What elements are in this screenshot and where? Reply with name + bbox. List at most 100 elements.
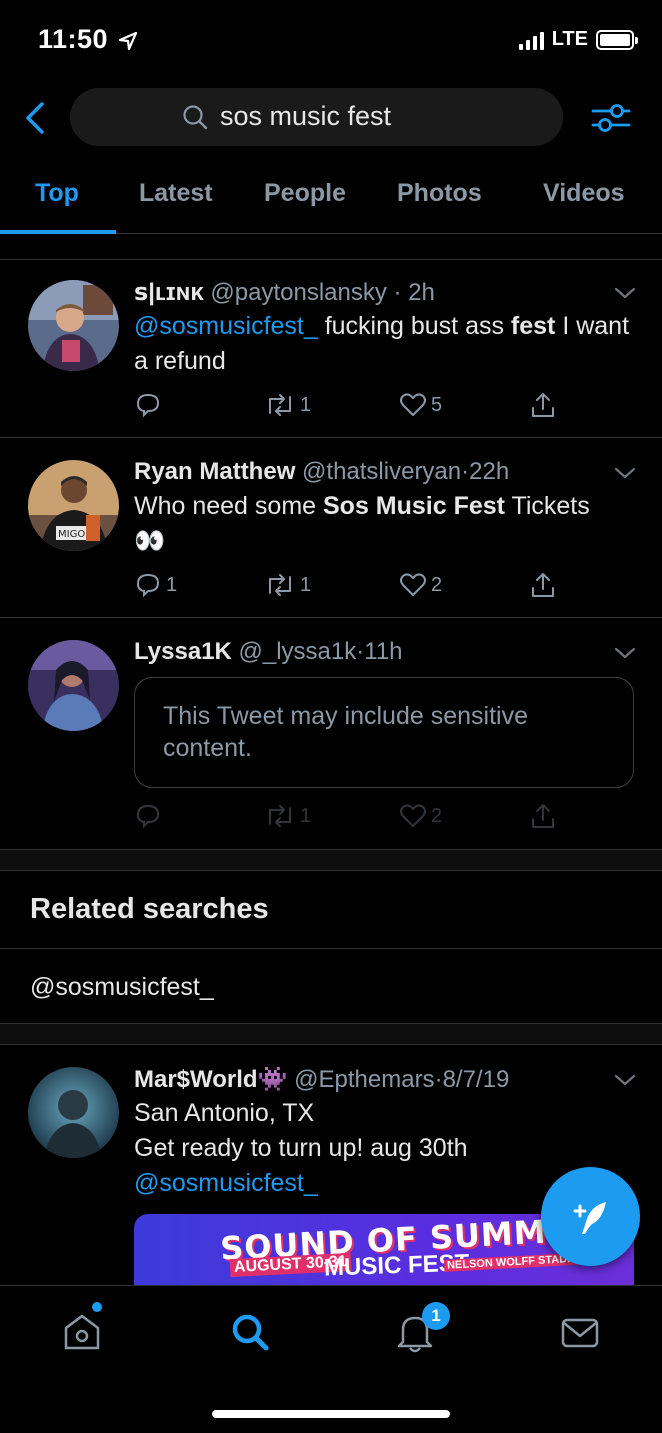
retweet-count: 1 [300,804,312,827]
tweet-author-name[interactable]: ꜱ|ʟɪɴᴋ [134,279,204,306]
avatar[interactable]: MIGOS [28,460,119,551]
tweet-text-highlight: Sos Music Fest [323,492,505,520]
tab-photos[interactable]: Photos [397,179,482,208]
tweet-author-name[interactable]: Ryan Matthew [134,458,295,485]
retweet-count: 1 [300,393,312,416]
share-button[interactable] [529,571,557,599]
like-count: 2 [431,804,443,827]
notification-badge: 1 [422,1302,450,1330]
share-button[interactable] [529,391,557,419]
tweet-actions: 1 2 [134,802,564,832]
search-tabs: Top Latest People Photos Videos [0,165,662,234]
reply-icon [136,804,160,829]
tweet-handle[interactable]: @thatsliveryan [302,458,461,485]
heart-icon [400,573,426,596]
tweet-text: @sosmusicfest_ fucking bust ass fest I w… [134,309,634,379]
reply-icon [136,573,160,598]
search-input[interactable]: sos music fest [70,88,563,146]
tweet-dot: · [461,458,470,485]
signal-icon [518,30,544,50]
tweet-time: 11h [364,638,403,665]
feed-spacer [0,234,662,260]
reply-button[interactable] [134,802,166,830]
tweet-text-part: Tickets [505,492,590,520]
share-button[interactable] [529,802,557,830]
tweet-header: ꜱ|ʟɪɴᴋ @paytonslansky · 2h [134,278,435,307]
status-bar: 11:50 LTE [0,0,662,84]
like-button[interactable]: 2 [399,802,442,830]
chevron-down-icon[interactable] [614,466,636,480]
tab-top[interactable]: Top [35,179,79,208]
heart-icon [400,804,426,827]
like-button[interactable]: 5 [399,391,442,419]
retweet-button[interactable]: 1 [264,571,311,599]
alien-monster-icon: 👾 [257,1066,288,1093]
reply-button[interactable]: 1 [134,571,177,599]
related-search-item[interactable]: @sosmusicfest_ [30,973,214,1002]
reply-button[interactable] [134,391,166,419]
tab-videos[interactable]: Videos [543,179,625,208]
divider [0,948,662,949]
tweet-mention[interactable]: @sosmusicfest_ [134,312,318,340]
tweet-handle[interactable]: @_lyssa1k [239,638,357,665]
tweet-dot: · [434,1066,443,1093]
retweet-button[interactable]: 1 [264,391,311,419]
tweet-time: 22h [469,458,510,485]
filter-settings-button[interactable] [590,98,632,138]
tweet-text-line: San Antonio, TX [134,1099,315,1127]
share-icon [532,393,554,417]
tweet-header: Lyssa1K @_lyssa1k·11h [134,638,403,666]
back-button[interactable] [20,98,50,138]
sensitive-content-notice[interactable]: This Tweet may include sensitive content… [134,677,634,788]
compose-feather-icon [573,1201,606,1234]
tweet-author-name[interactable]: Mar$World [134,1066,258,1093]
retweet-button[interactable]: 1 [264,802,311,830]
new-content-dot [92,1302,102,1312]
compose-tweet-button[interactable] [541,1167,640,1266]
messages-mail-icon[interactable] [558,1310,602,1354]
tweet-time: 8/7/19 [442,1066,510,1093]
tweet-item[interactable]: MIGOS Ryan Matthew @thatsliveryan·22h Wh… [0,438,662,618]
tweet-time: 2h [408,279,435,306]
avatar[interactable] [28,280,119,371]
like-button[interactable]: 2 [399,571,442,599]
tweet-dot: · [393,279,402,306]
tab-latest[interactable]: Latest [139,179,213,208]
related-searches-title: Related searches [30,893,269,925]
share-icon [532,804,554,828]
chevron-down-icon[interactable] [614,286,636,300]
tweet-item[interactable]: Lyssa1K @_lyssa1k·11h This Tweet may inc… [0,618,662,849]
tab-people[interactable]: People [264,179,346,208]
eyes-emoji: 👀 [134,527,166,555]
tweet-actions: 1 1 2 [134,571,564,601]
tweet-text-part: Who need some [134,492,323,520]
status-indicators: LTE [518,28,638,51]
status-time: 11:50 [38,24,138,55]
search-icon [183,105,208,130]
tweet-header: Ryan Matthew @thatsliveryan·22h [134,458,509,486]
search-query: sos music fest [220,101,392,131]
tweet-handle[interactable]: @paytonslansky [210,279,386,306]
section-divider [0,849,662,871]
tweet-text-highlight: fest [510,312,556,340]
avatar[interactable] [28,640,119,731]
search-nav-icon[interactable] [228,1310,272,1354]
tweet-header: Mar$World👾 @Epthemars·8/7/19 [134,1065,509,1094]
reply-count: 1 [166,573,178,596]
tweet-item[interactable]: ꜱ|ʟɪɴᴋ @paytonslansky · 2h @sosmusicfest… [0,260,662,438]
avatar[interactable] [28,1067,119,1158]
share-icon [532,573,554,597]
section-divider [0,1023,662,1045]
search-header: sos music fest [0,88,662,148]
chevron-down-icon[interactable] [614,1073,636,1087]
chevron-down-icon[interactable] [614,646,636,660]
home-indicator[interactable] [212,1410,450,1418]
tweet-author-name[interactable]: Lyssa1K [134,638,232,665]
home-icon[interactable] [60,1310,104,1354]
retweet-icon [269,805,291,827]
tweet-text-part: fucking bust ass [317,312,511,340]
network-label: LTE [551,28,588,50]
reply-icon [136,393,160,418]
tweet-handle[interactable]: @Epthemars [294,1066,434,1093]
like-count: 2 [431,573,443,596]
